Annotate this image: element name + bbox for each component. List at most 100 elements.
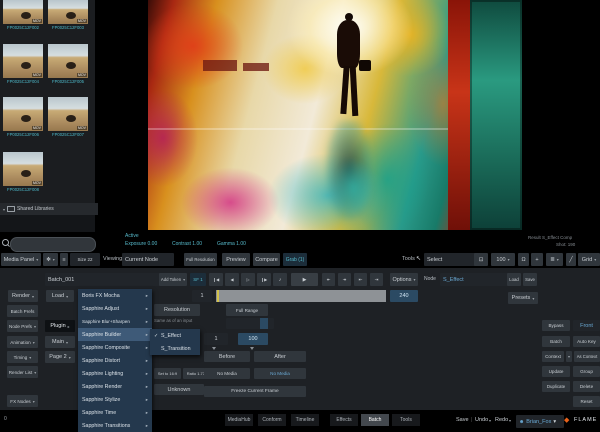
undo-button[interactable]: Undo xyxy=(475,417,488,423)
duplicate-button[interactable]: Duplicate xyxy=(542,381,570,392)
menu-item-sapphire-time[interactable]: Sapphire Time▸ xyxy=(78,406,152,419)
current-view-field[interactable]: Current Node xyxy=(122,253,174,266)
menu-item-sapphire-blur-sharpen[interactable]: Sapphire Blur+Sharpen▸ xyxy=(78,315,152,328)
tab-timeline[interactable]: Timeline xyxy=(291,414,319,426)
play-button[interactable]: ▶ xyxy=(291,273,318,286)
node-name-field[interactable]: S_Effect xyxy=(440,273,510,286)
unknown-resolution-button[interactable]: Unknown xyxy=(154,384,204,395)
auto-key-button[interactable]: Auto Key xyxy=(573,336,600,347)
menu-item-sapphire-distort[interactable]: Sapphire Distort▸ xyxy=(78,354,152,367)
grab-field[interactable]: Grab (1) xyxy=(283,253,307,266)
no-media-after-button[interactable]: No Media xyxy=(254,368,306,379)
context-button[interactable]: Context xyxy=(542,351,564,362)
tab-batch[interactable]: Batch xyxy=(361,414,389,426)
timing-button[interactable]: Timing▾ xyxy=(7,351,38,363)
no-media-before-button[interactable]: No Media xyxy=(204,368,250,379)
tool-select-field[interactable]: Select xyxy=(424,253,476,266)
start-frame-field[interactable]: SF 1 xyxy=(190,273,206,286)
user-menu[interactable]: ☻ Brian_Fox ▾ xyxy=(516,415,564,428)
set-to-169-button[interactable]: Set to 16:9 xyxy=(154,368,181,379)
menu-item-sapphire-builder[interactable]: Sapphire Builder▸ xyxy=(78,328,152,341)
full-resolution-button[interactable]: Full Resolution xyxy=(184,253,217,266)
clip-thumbnail[interactable]: MOV FP0025C12F006 xyxy=(3,97,45,137)
bypass-button[interactable]: Bypass xyxy=(542,320,570,331)
range-end-field[interactable]: 100 xyxy=(238,333,268,345)
transport-forward-button[interactable]: ▷ xyxy=(241,273,255,286)
media-panel-selector[interactable]: Media Panel▾ xyxy=(1,253,41,266)
go-to-start-button[interactable]: ⇤ xyxy=(354,273,367,286)
plugin-selector[interactable]: Plugin▸ xyxy=(45,320,75,332)
current-frame-field[interactable]: 1 xyxy=(192,290,212,302)
transport-step-forward-button[interactable]: ❙▶ xyxy=(257,273,271,286)
reset-button[interactable]: Reset xyxy=(573,396,600,407)
node-prefs-button[interactable]: Node Prefs▾ xyxy=(7,320,38,332)
delete-button[interactable]: Delete xyxy=(573,381,600,392)
menu-item-sapphire-lighting[interactable]: Sapphire Lighting▸ xyxy=(78,367,152,380)
fit-view-button[interactable]: ⊡ xyxy=(474,253,488,266)
save-button[interactable]: Save xyxy=(456,417,469,423)
search-input[interactable] xyxy=(10,237,96,252)
jump-forward-button[interactable]: ↠ xyxy=(338,273,351,286)
as-context-button[interactable]: As Context xyxy=(574,351,600,362)
media-panel-options-button[interactable]: ✻▾ xyxy=(43,253,58,266)
animation-button[interactable]: Animation▾ xyxy=(7,336,38,348)
render-button[interactable]: Render▾ xyxy=(8,290,38,302)
clip-thumbnail[interactable]: MOV FP0025C12F007 xyxy=(48,97,90,137)
front-selector[interactable]: Front xyxy=(573,320,600,331)
clip-thumbnail[interactable]: MOV FP0025C12F008 xyxy=(3,152,45,192)
before-button[interactable]: Before xyxy=(204,351,250,362)
undo-caret-icon[interactable]: ▾ xyxy=(489,418,491,423)
freeze-current-frame-button[interactable]: Freeze Current Frame xyxy=(204,386,306,397)
clip-thumbnail[interactable]: MOV FP0025C12F003 xyxy=(48,0,90,30)
playhead[interactable] xyxy=(217,290,219,302)
load-button[interactable]: Load▾ xyxy=(46,290,74,302)
group-button[interactable]: Group xyxy=(573,366,600,377)
clip-thumbnail[interactable]: MOV FP0025C12F002 xyxy=(3,0,45,30)
menu-item-sapphire-render[interactable]: Sapphire Render▸ xyxy=(78,380,152,393)
full-range-button[interactable]: Full Range xyxy=(226,304,268,316)
menu-item-sapphire-stylize[interactable]: Sapphire Stylize▸ xyxy=(78,393,152,406)
zoom-level-button[interactable]: 100▾ xyxy=(491,253,515,266)
presets-button[interactable]: Presets▾ xyxy=(508,292,538,304)
list-view-button[interactable]: ≡ xyxy=(60,253,68,266)
tab-tools[interactable]: Tools xyxy=(392,414,420,426)
pan-button[interactable]: + xyxy=(531,253,543,266)
submenu-item-s-transition[interactable]: S_Transition xyxy=(150,342,200,355)
snap-button[interactable]: Ω xyxy=(518,253,529,266)
shared-libraries-row[interactable]: ▾ Shared Libraries xyxy=(0,203,98,215)
submenu-item-s-effect[interactable]: ✓S_Effect xyxy=(150,329,200,342)
page2-selector[interactable]: Page 2▾ xyxy=(45,351,75,363)
go-to-end-button[interactable]: ⇥ xyxy=(370,273,383,286)
end-frame-field[interactable]: 240 xyxy=(390,290,418,302)
resolution-button[interactable]: Resolution xyxy=(154,304,200,316)
preview-button[interactable]: Preview xyxy=(222,253,250,266)
range-start-field[interactable]: 1 xyxy=(204,333,228,345)
batch-prefs-button[interactable]: Batch Prefs xyxy=(7,305,38,317)
batch-render-button[interactable]: Batch xyxy=(542,336,570,347)
node-save-button[interactable]: Save xyxy=(523,273,537,286)
thumbnail-size-field[interactable]: Size 22 xyxy=(70,253,100,266)
menu-item-boris-fx-mocha[interactable]: Boris FX Mocha▸ xyxy=(78,289,152,302)
jump-back-button[interactable]: ↞ xyxy=(322,273,335,286)
redo-caret-icon[interactable]: ▾ xyxy=(509,418,511,423)
menu-item-sapphire-transitions[interactable]: Sapphire Transitions▸ xyxy=(78,419,152,432)
grid-button[interactable]: Grid▾ xyxy=(578,253,600,266)
clip-thumbnail[interactable]: MOV FP0025C12F004 xyxy=(3,44,45,84)
timeline-slider[interactable] xyxy=(216,290,386,302)
render-list-button[interactable]: Render List▾ xyxy=(7,366,38,378)
expand-caret-icon[interactable]: ▾ xyxy=(3,207,5,212)
transport-back-button[interactable]: ◀ xyxy=(225,273,239,286)
node-load-button[interactable]: Load xyxy=(507,273,521,286)
add-token-button[interactable]: Add Token▾ xyxy=(159,273,187,286)
tab-conform[interactable]: Conform xyxy=(258,414,286,426)
options-button[interactable]: Options▾ xyxy=(390,273,418,286)
transport-step-back-button[interactable]: ❙◀ xyxy=(209,273,223,286)
update-button[interactable]: Update xyxy=(542,366,570,377)
tab-mediahub[interactable]: MediaHub xyxy=(225,414,253,426)
compare-button[interactable]: Compare xyxy=(253,253,280,266)
after-button[interactable]: After xyxy=(254,351,306,362)
redo-button[interactable]: Redo xyxy=(495,417,508,423)
tab-effects[interactable]: Effects xyxy=(330,414,358,426)
draw-button[interactable]: ╱ xyxy=(566,253,576,266)
onion-skin-button[interactable]: ≣▾ xyxy=(546,253,563,266)
